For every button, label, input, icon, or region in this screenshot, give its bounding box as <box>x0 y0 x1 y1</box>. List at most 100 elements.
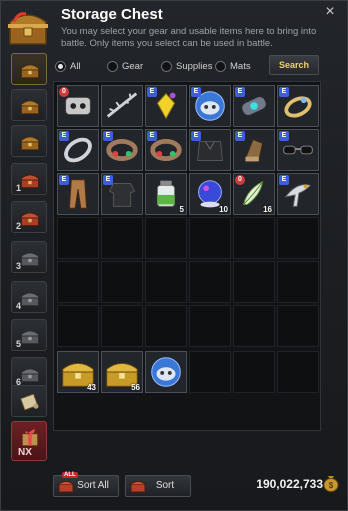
inventory-slot-empty[interactable] <box>145 305 187 347</box>
enhance-badge: E <box>59 131 69 141</box>
money-bag-icon: $ <box>323 476 339 492</box>
inventory-slot-item[interactable]: 0 <box>57 85 99 127</box>
owned-badge: 0 <box>235 175 245 185</box>
sort-button[interactable]: Sort <box>125 475 191 497</box>
filter-supplies-label: Supplies <box>176 60 213 72</box>
sort-all-label: Sort All <box>77 480 109 491</box>
inventory-slot-item[interactable]: E <box>233 85 275 127</box>
sidebar-tab-10[interactable] <box>11 385 47 417</box>
inventory-slot-item[interactable]: E <box>189 85 231 127</box>
special-slot-item[interactable]: 56 <box>101 351 143 393</box>
sidebar-tab-7[interactable]: 4 <box>11 281 47 313</box>
inventory-slot-empty[interactable] <box>57 305 99 347</box>
special-slot-empty[interactable] <box>233 351 275 393</box>
sidebar-tab-1[interactable] <box>11 53 47 85</box>
sidebar-tab-11[interactable]: NX <box>11 421 47 461</box>
inventory-slot-empty[interactable] <box>189 261 231 303</box>
window-title: Storage Chest <box>61 6 163 23</box>
inventory-slot-item[interactable]: E <box>145 129 187 171</box>
sidebar-tab-3[interactable] <box>11 125 47 157</box>
radio-dot <box>215 60 226 72</box>
special-slot-empty[interactable] <box>189 351 231 393</box>
enhance-badge: E <box>59 175 69 185</box>
enhance-badge: E <box>147 131 157 141</box>
inventory-slot-empty[interactable] <box>57 217 99 259</box>
inventory-slot-item[interactable]: 0 16 <box>233 173 275 215</box>
inventory-slot-empty[interactable] <box>145 217 187 259</box>
enhance-badge: E <box>103 131 113 141</box>
special-slot-item[interactable]: 43 <box>57 351 99 393</box>
filter-gear-label: Gear <box>122 60 144 72</box>
filter-all[interactable]: All <box>55 59 81 73</box>
sidebar-tab-8[interactable]: 5 <box>11 319 47 351</box>
inventory-grid: 0 E E E E E E E E E E E E 5 10 0 16 E 43 56 <box>53 81 321 431</box>
filter-bar: All Gear Supplies Mats Search <box>51 54 321 78</box>
enhance-badge: E <box>279 87 289 97</box>
inventory-slot-item[interactable]: E <box>57 173 99 215</box>
inventory-slot-item[interactable]: 5 <box>145 173 187 215</box>
enhance-badge: E <box>103 175 113 185</box>
inventory-slot-item[interactable]: E <box>145 85 187 127</box>
thorn-weapon-icon <box>106 92 138 118</box>
search-button[interactable]: Search <box>269 55 319 75</box>
inventory-slot-empty[interactable] <box>189 305 231 347</box>
enhance-badge: E <box>279 175 289 185</box>
inventory-slot-item[interactable]: E <box>57 129 99 171</box>
radio-dot <box>161 60 172 72</box>
special-slot-item[interactable] <box>145 351 187 393</box>
item-count: 16 <box>263 205 272 214</box>
sidebar-tab-4[interactable]: 1 <box>11 163 47 195</box>
filter-mats-label: Mats <box>230 60 251 72</box>
inventory-slot-item[interactable]: 10 <box>189 173 231 215</box>
inventory-slot-empty[interactable] <box>189 217 231 259</box>
radio-dot <box>107 60 118 72</box>
inventory-slot-item[interactable]: E <box>101 173 143 215</box>
filter-gear[interactable]: Gear <box>107 59 143 73</box>
sidebar-tab-5[interactable]: 2 <box>11 201 47 233</box>
treasure-chest-icon <box>21 136 39 151</box>
inventory-slot-empty[interactable] <box>233 217 275 259</box>
inventory-slot-item[interactable]: E <box>101 129 143 171</box>
inventory-slot-empty[interactable] <box>233 261 275 303</box>
inventory-slot-empty[interactable] <box>101 217 143 259</box>
inventory-slot-empty[interactable] <box>101 305 143 347</box>
inventory-slot-item[interactable]: E <box>277 129 319 171</box>
item-count: 10 <box>219 205 228 214</box>
filter-mats[interactable]: Mats <box>215 59 251 73</box>
filter-all-label: All <box>70 60 81 72</box>
enhance-badge: E <box>279 131 289 141</box>
enhance-badge: E <box>191 131 201 141</box>
radio-dot <box>55 60 66 72</box>
inventory-slot-empty[interactable] <box>277 305 319 347</box>
inventory-slot-empty[interactable] <box>57 261 99 303</box>
inventory-slot-item[interactable] <box>101 85 143 127</box>
sort-label: Sort <box>155 480 175 491</box>
treasure-chest-icon <box>21 100 39 115</box>
enhance-badge: E <box>191 87 201 97</box>
scroll-icon <box>20 393 39 411</box>
inventory-slot-empty[interactable] <box>277 261 319 303</box>
item-count: 43 <box>87 383 96 392</box>
filter-supplies[interactable]: Supplies <box>161 59 212 73</box>
special-slot-empty[interactable] <box>277 351 319 393</box>
inventory-slot-empty[interactable] <box>101 261 143 303</box>
sidebar-tab-2[interactable] <box>11 89 47 121</box>
inventory-slot-empty[interactable] <box>277 217 319 259</box>
tab-number: 2 <box>16 221 22 231</box>
close-icon[interactable]: × <box>323 4 337 20</box>
sidebar: 1 2 3 4 5 6 NX <box>11 53 47 468</box>
sidebar-tab-6[interactable]: 3 <box>11 241 47 273</box>
inventory-slot-empty[interactable] <box>233 305 275 347</box>
svg-text:$: $ <box>329 481 334 490</box>
window-description: You may select your gear and usable item… <box>61 26 317 49</box>
gift-box-icon <box>21 428 39 447</box>
enhance-badge: E <box>147 87 157 97</box>
sort-all-button[interactable]: ALL Sort All <box>53 472 119 497</box>
treasure-chest-icon <box>8 12 48 45</box>
inventory-slot-item[interactable]: E <box>277 85 319 127</box>
inventory-slot-empty[interactable] <box>145 261 187 303</box>
inventory-slot-item[interactable]: E <box>189 129 231 171</box>
inventory-slot-item[interactable]: E <box>277 173 319 215</box>
tab-number: 5 <box>16 339 22 349</box>
inventory-slot-item[interactable]: E <box>233 129 275 171</box>
